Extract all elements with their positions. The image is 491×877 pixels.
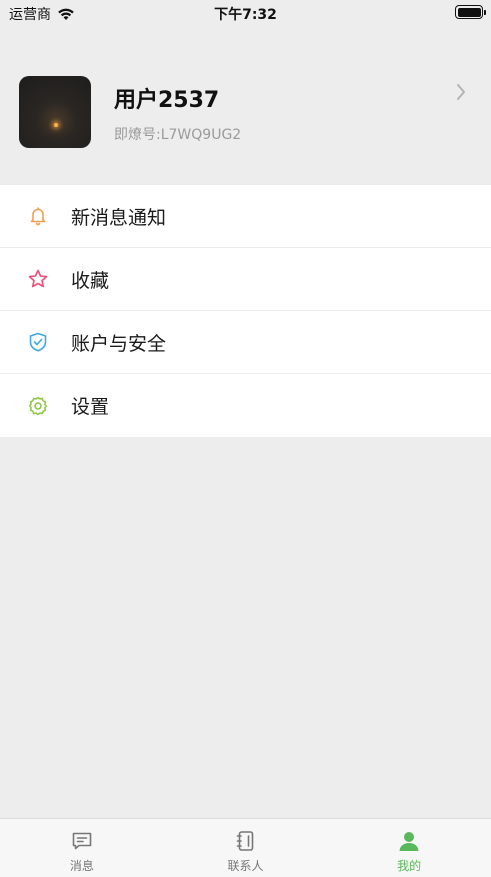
tab-contacts[interactable]: 联系人 bbox=[164, 819, 328, 877]
bottom-tab-bar: 消息 联系人 我的 bbox=[0, 818, 491, 877]
bell-icon bbox=[30, 207, 46, 226]
account-id: 即燎号:L7WQ9UG2 bbox=[114, 127, 242, 143]
username: 用户2537 bbox=[114, 88, 220, 113]
tab-label: 联系人 bbox=[227, 859, 264, 873]
menu-label: 设置 bbox=[71, 396, 110, 418]
contacts-book-icon bbox=[236, 831, 253, 851]
profile-header[interactable]: 用户2537 即燎号:L7WQ9UG2 bbox=[0, 58, 491, 168]
person-icon bbox=[399, 832, 419, 851]
menu-label: 账户与安全 bbox=[71, 332, 167, 355]
menu-label: 收藏 bbox=[71, 269, 110, 292]
tab-messages[interactable]: 消息 bbox=[0, 819, 164, 877]
me-screen: 运营商 下午7:32 用户2537 即燎号:L7WQ9UG2 新消息通知 收藏 … bbox=[0, 0, 491, 877]
chevron-right-icon[interactable] bbox=[453, 82, 469, 102]
status-time: 下午7:32 bbox=[214, 7, 277, 23]
tab-me[interactable]: 我的 bbox=[327, 819, 491, 877]
tab-label: 我的 bbox=[397, 859, 422, 873]
tab-label: 消息 bbox=[69, 859, 94, 873]
menu-label: 新消息通知 bbox=[71, 206, 167, 229]
menu-item-settings[interactable]: 设置 bbox=[0, 374, 491, 437]
settings-menu: 新消息通知 收藏 账户与安全 设置 bbox=[0, 185, 491, 437]
message-icon bbox=[72, 832, 92, 850]
menu-item-notifications[interactable]: 新消息通知 bbox=[0, 185, 491, 248]
status-bar: 运营商 下午7:32 bbox=[0, 0, 491, 26]
avatar[interactable] bbox=[19, 76, 91, 148]
menu-item-account-security[interactable]: 账户与安全 bbox=[0, 311, 491, 374]
shield-check-icon bbox=[29, 332, 47, 352]
star-icon bbox=[28, 269, 48, 288]
battery-icon bbox=[455, 5, 486, 19]
gear-icon bbox=[28, 396, 48, 415]
menu-item-favorites[interactable]: 收藏 bbox=[0, 248, 491, 311]
